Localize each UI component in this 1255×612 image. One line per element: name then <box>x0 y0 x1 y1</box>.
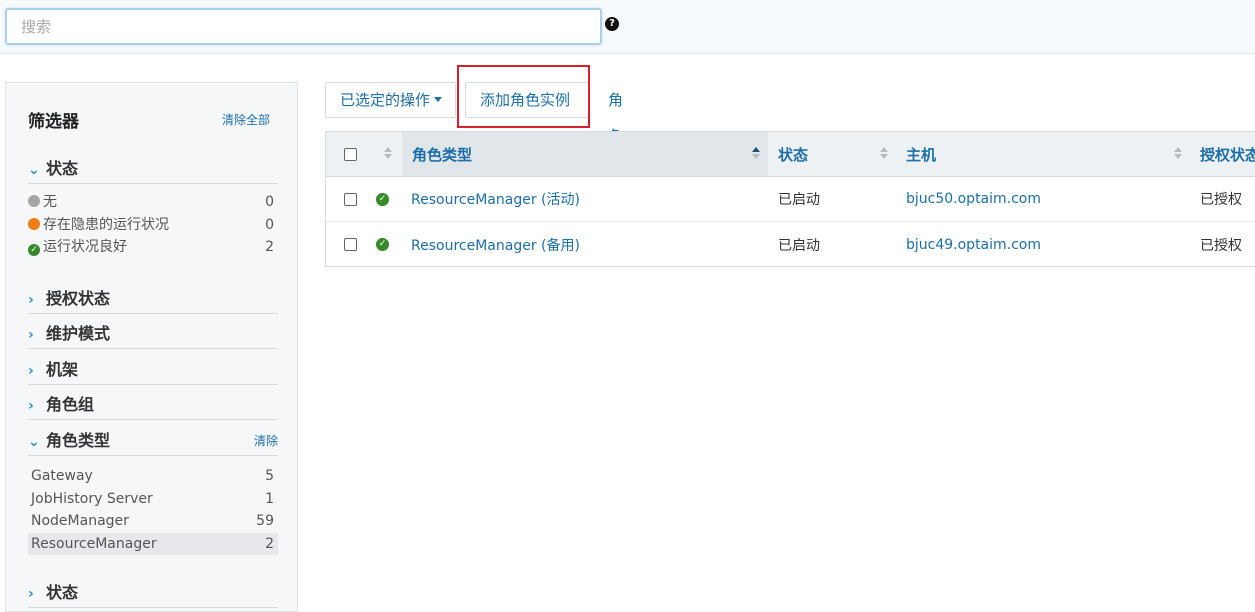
roles-table: 角色类型 状态 主机 授权状态 ✓ ResourceManager (活动) 已… <box>325 131 1255 267</box>
column-header-commission-state[interactable]: 授权状态 <box>1191 132 1255 176</box>
status-sort-column[interactable] <box>378 132 400 176</box>
check-circle-icon: ✓ <box>376 192 389 206</box>
table-row: ✓ ResourceManager (备用) 已启动 bjuc49.optaim… <box>326 222 1255 267</box>
select-all-cell <box>344 132 364 176</box>
column-label: 角色类型 <box>412 145 473 164</box>
role-status: 已启动 <box>778 192 820 208</box>
sort-ascending-icon <box>752 146 760 160</box>
filter-item-concerning[interactable]: 存在隐患的运行状况 0 <box>28 214 278 237</box>
column-label: 状态 <box>778 145 809 164</box>
filter-item-count: 0 <box>265 194 274 210</box>
commission-state: 已授权 <box>1200 237 1242 254</box>
filter-group-label: 角色组 <box>46 395 95 414</box>
chevron-right-icon: › <box>28 292 34 308</box>
gray-status-icon <box>28 195 40 207</box>
top-bar: ? <box>0 0 1255 54</box>
filter-group-label: 角色类型 <box>46 431 111 450</box>
table-row: ✓ ResourceManager (活动) 已启动 bjuc50.optaim… <box>326 177 1255 222</box>
filter-item-label: 存在隐患的运行状况 <box>43 216 169 233</box>
filter-group-state[interactable]: › 状态 <box>28 578 278 608</box>
column-header-host[interactable]: 主机 <box>897 132 1190 176</box>
caret-down-icon <box>434 97 443 102</box>
sort-icon <box>384 146 392 160</box>
role-group-link[interactable]: 角色组 <box>608 82 623 181</box>
sort-icon <box>880 146 888 160</box>
add-role-instance-button[interactable]: 添加角色实例 <box>465 82 589 118</box>
filter-group-label: 状态 <box>46 583 79 602</box>
filter-item-count: 2 <box>265 535 274 552</box>
filter-item-count: 0 <box>265 216 274 233</box>
filters-title: 筛选器 <box>28 112 79 132</box>
selected-actions-label: 已选定的操作 <box>340 91 431 109</box>
filter-item-label: JobHistory Server <box>31 490 153 507</box>
filter-group-label: 机架 <box>46 360 79 379</box>
role-type-clear-link[interactable]: 清除 <box>254 426 278 456</box>
filter-group-label: 维护模式 <box>46 324 111 343</box>
filter-group-maintenance-mode[interactable]: › 维护模式 <box>28 319 278 349</box>
filter-item-none[interactable]: 无 0 <box>28 191 278 214</box>
selected-actions-button[interactable]: 已选定的操作 <box>325 82 456 118</box>
sort-icon <box>1174 146 1182 160</box>
filter-group-role-type-toggle[interactable]: ⌄ 角色类型 清除 <box>28 426 278 456</box>
filter-group-status: ⌄ 状态 无 0 存在隐患的运行状况 0 ✓ 运行状况良好 2 <box>28 154 278 259</box>
filter-item-gateway[interactable]: Gateway 5 <box>28 465 278 488</box>
filter-group-commission-state[interactable]: › 授权状态 <box>28 284 278 314</box>
column-header-status[interactable]: 状态 <box>769 132 896 176</box>
role-type-link[interactable]: ResourceManager (备用) <box>411 222 761 267</box>
column-label: 授权状态 <box>1200 145 1255 164</box>
table-header: 角色类型 状态 主机 授权状态 <box>326 132 1255 177</box>
commission-state: 已授权 <box>1200 192 1242 208</box>
select-all-checkbox[interactable] <box>344 147 357 161</box>
filter-group-status-toggle[interactable]: ⌄ 状态 <box>28 154 278 184</box>
chevron-down-icon: ⌄ <box>28 162 40 178</box>
filter-group-label: 授权状态 <box>46 289 111 308</box>
filter-group-rack[interactable]: › 机架 <box>28 355 278 385</box>
filter-group-label: 状态 <box>46 159 79 178</box>
filter-item-count: 5 <box>265 468 274 484</box>
filter-item-count: 59 <box>256 513 274 529</box>
host-link[interactable]: bjuc50.optaim.com <box>906 177 1186 221</box>
filter-item-label: 运行状况良好 <box>43 239 127 255</box>
filter-item-count: 2 <box>265 239 274 255</box>
filter-item-label: ResourceManager <box>31 535 157 552</box>
filter-group-role-type: ⌄ 角色类型 清除 Gateway 5 JobHistory Server 1 N… <box>28 426 278 555</box>
help-icon[interactable]: ? <box>605 17 619 31</box>
host-link[interactable]: bjuc49.optaim.com <box>906 222 1186 267</box>
filter-item-label: Gateway <box>31 468 93 484</box>
filter-group-role-group[interactable]: › 角色组 <box>28 390 278 420</box>
filter-item-good[interactable]: ✓ 运行状况良好 2 <box>28 236 278 259</box>
filter-item-label: NodeManager <box>31 513 129 529</box>
role-status: 已启动 <box>778 237 820 254</box>
filter-item-nodemanager[interactable]: NodeManager 59 <box>28 510 278 533</box>
role-type-link[interactable]: ResourceManager (活动) <box>411 177 761 221</box>
row-checkbox[interactable] <box>344 238 357 251</box>
search-input[interactable] <box>5 8 602 45</box>
row-checkbox[interactable] <box>344 192 357 206</box>
chevron-down-icon: ⌄ <box>28 434 40 450</box>
chevron-right-icon: › <box>28 363 34 379</box>
chevron-right-icon: › <box>28 586 34 602</box>
filter-item-label: 无 <box>43 194 57 210</box>
column-label: 主机 <box>906 145 937 164</box>
chevron-right-icon: › <box>28 327 34 343</box>
clear-all-link[interactable]: 清除全部 <box>222 111 270 128</box>
warning-status-icon <box>28 217 40 230</box>
check-circle-icon: ✓ <box>376 238 389 251</box>
filter-item-count: 1 <box>265 490 274 507</box>
chevron-right-icon: › <box>28 398 34 414</box>
filters-panel: 筛选器 清除全部 ⌄ 状态 无 0 存在隐患的运行状况 0 ✓ 运行状况良好 2 ›… <box>5 82 298 612</box>
column-header-role-type[interactable]: 角色类型 <box>402 132 768 176</box>
filter-item-resourcemanager[interactable]: ResourceManager 2 <box>28 532 278 555</box>
filter-item-jobhistory[interactable]: JobHistory Server 1 <box>28 488 278 511</box>
check-circle-icon: ✓ <box>28 244 40 256</box>
